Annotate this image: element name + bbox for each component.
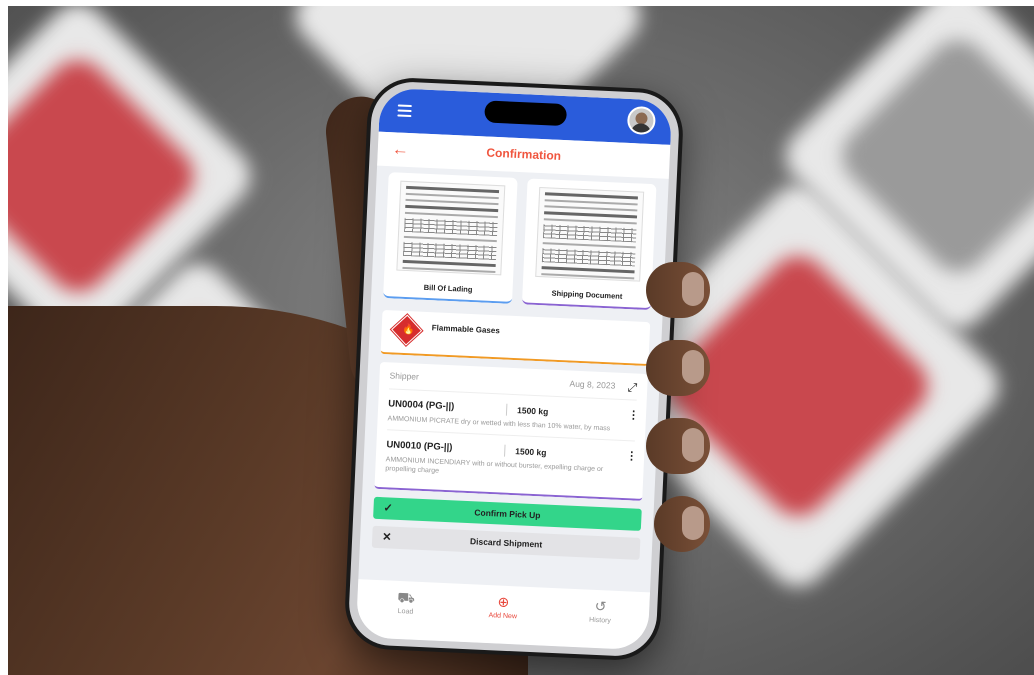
item-weight: 1500 kg [516, 404, 549, 417]
finger [646, 262, 710, 318]
finger [654, 496, 710, 552]
hand-fingers [620, 262, 710, 562]
divider [505, 403, 508, 416]
un-code: UN0004 (PG-||) [388, 398, 455, 413]
nav-label: Load [397, 607, 414, 616]
confirm-pickup-label: Confirm Pick Up [474, 507, 541, 521]
close-icon: ✕ [381, 531, 392, 544]
hazard-class-card[interactable]: 🔥 Flammable Gases [380, 309, 651, 367]
nav-item-history[interactable]: ↺ History [565, 597, 636, 626]
discard-shipment-button[interactable]: ✕ Discard Shipment [371, 525, 641, 560]
nav-item-add-new[interactable]: ⊕ Add New [468, 592, 539, 621]
history-icon: ↺ [594, 597, 607, 615]
shipment-card: Shipper Aug 8, 2023 ⤢ UN0004 (PG-||) 150… [374, 361, 648, 501]
user-avatar[interactable] [626, 105, 657, 136]
document-label: Bill Of Lading [423, 282, 473, 295]
flame-placard-icon: 🔥 [391, 314, 423, 346]
dynamic-island [484, 100, 568, 127]
finger [646, 340, 710, 396]
truck-icon: ⛟ [397, 588, 416, 606]
divider [504, 444, 506, 457]
list-item: UN0010 (PG-||) 1500 kg ⋮ AMMONIUM INCEND… [385, 430, 637, 490]
nav-label: Add New [488, 612, 518, 621]
nav-label: History [588, 616, 612, 625]
hamburger-menu-icon[interactable] [397, 104, 412, 120]
finger [646, 418, 710, 474]
page-title: Confirmation [486, 145, 562, 163]
item-weight: 1500 kg [515, 445, 547, 458]
shipment-date: Aug 8, 2023 [569, 378, 616, 391]
un-code: UN0010 (PG-||) [386, 439, 453, 454]
checkmark-icon: ✓ [383, 502, 394, 515]
shipper-label: Shipper [389, 370, 420, 382]
plus-circle-icon: ⊕ [497, 593, 510, 611]
document-thumbnail [396, 180, 506, 276]
hazard-label: Flammable Gases [431, 323, 500, 336]
document-card-bill-of-lading[interactable]: Bill Of Lading [383, 172, 518, 304]
confirm-pickup-button[interactable]: ✓ Confirm Pick Up [373, 496, 642, 531]
nav-item-load[interactable]: ⛟ Load [370, 588, 441, 617]
discard-shipment-label: Discard Shipment [469, 536, 543, 550]
